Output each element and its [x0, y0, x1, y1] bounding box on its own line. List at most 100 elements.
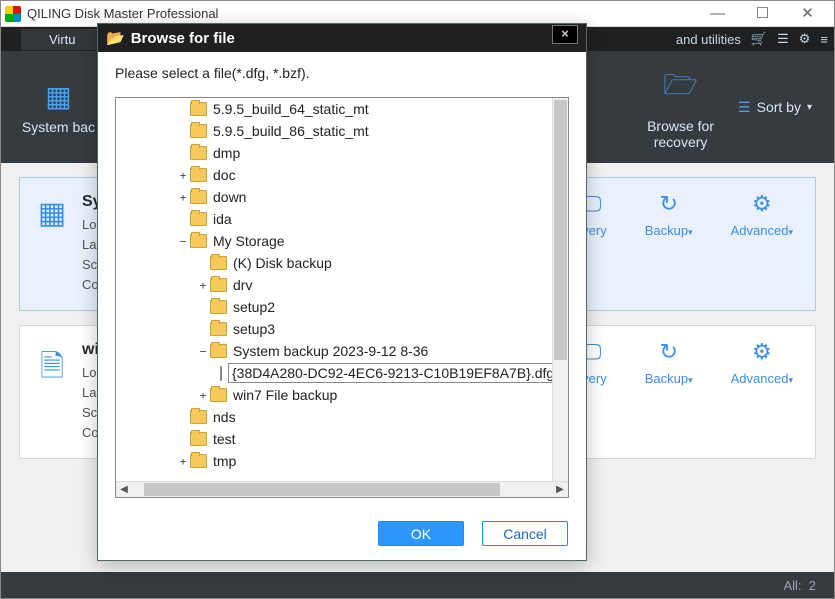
refresh-icon: ↻: [659, 339, 677, 365]
vertical-scrollbar[interactable]: [552, 98, 568, 481]
file-tree[interactable]: 5.9.5_build_64_static_mt 5.9.5_build_86_s…: [115, 97, 569, 498]
folder-icon: [190, 168, 207, 182]
expand-toggle[interactable]: +: [176, 455, 190, 468]
folder-icon: [210, 256, 227, 270]
dialog-buttons: OK Cancel: [378, 521, 568, 546]
tree-item[interactable]: − My Storage: [116, 230, 552, 252]
status-bar: All: 2: [1, 572, 834, 598]
caret-down-icon: ▾: [788, 375, 793, 385]
advanced-button[interactable]: ⚙Advanced▾: [731, 191, 793, 238]
tab-virtual[interactable]: Virtu: [21, 29, 104, 50]
app-logo-icon: [5, 6, 21, 22]
backup-button[interactable]: ↻Backup▾: [645, 339, 693, 386]
folder-icon: [190, 410, 207, 424]
tree-item[interactable]: + doc: [116, 164, 552, 186]
caret-down-icon: ▾: [688, 227, 693, 237]
folder-icon: [210, 344, 227, 358]
task-actions: 🖵overy ↻Backup▾ ⚙Advanced▾: [575, 191, 793, 238]
minimize-button[interactable]: —: [695, 3, 740, 25]
window-title: QILING Disk Master Professional: [27, 6, 695, 21]
folder-icon: [210, 278, 227, 292]
menu-icon[interactable]: ≡: [820, 32, 828, 47]
tab-bar-right: and utilities 🛒 ☰ ⚙ ≡: [676, 31, 834, 47]
tree-item-label: down: [213, 189, 246, 205]
tree-item-label: tmp: [213, 453, 236, 469]
sort-icon: ☰: [738, 99, 751, 116]
tree-item-label: drv: [233, 277, 252, 293]
ok-button[interactable]: OK: [378, 521, 464, 546]
scroll-right-icon[interactable]: ▶: [552, 484, 568, 495]
tree-item[interactable]: 5.9.5_build_64_static_mt: [116, 98, 552, 120]
tree-item-label: test: [213, 431, 236, 447]
folder-icon: [190, 212, 207, 226]
folder-icon: [190, 190, 207, 204]
tree-item-label: dmp: [213, 145, 240, 161]
tree-item[interactable]: + down: [116, 186, 552, 208]
maximize-button[interactable]: ☐: [740, 3, 785, 25]
dialog-titlebar: 📂 Browse for file ×: [98, 24, 586, 52]
task-actions: 🖵overy ↻Backup▾ ⚙Advanced▾: [575, 339, 793, 386]
file-icon: [220, 366, 222, 381]
expand-toggle[interactable]: −: [176, 235, 190, 248]
gear-alt-icon: ⚙: [752, 339, 772, 365]
browse-recovery-label2: recovery: [654, 134, 708, 150]
browse-recovery-button[interactable]: 🗁 Browse for recovery: [623, 51, 738, 163]
tree-item[interactable]: test: [116, 428, 552, 450]
tree-item-label: 5.9.5_build_86_static_mt: [213, 123, 369, 139]
dialog-close-button[interactable]: ×: [552, 25, 578, 44]
expand-toggle[interactable]: +: [196, 279, 210, 292]
tree-item-label: setup3: [233, 321, 275, 337]
tree-item-label: nds: [213, 409, 236, 425]
tree-item[interactable]: − System backup 2023-9-12 8-36: [116, 340, 552, 362]
tree-item-label: My Storage: [213, 233, 285, 249]
tree-item[interactable]: setup2: [116, 296, 552, 318]
horizontal-scrollbar[interactable]: ◀ ▶: [116, 481, 568, 497]
expand-toggle[interactable]: +: [176, 169, 190, 182]
tree-item[interactable]: + drv: [116, 274, 552, 296]
status-all-label: All:: [783, 578, 801, 593]
expand-toggle[interactable]: +: [176, 191, 190, 204]
tools-utilities-label[interactable]: and utilities: [676, 32, 741, 47]
gear-icon[interactable]: ⚙: [799, 31, 811, 47]
tree-item[interactable]: + win7 File backup: [116, 384, 552, 406]
tree-item[interactable]: 5.9.5_build_86_static_mt: [116, 120, 552, 142]
browse-recovery-label1: Browse for: [647, 118, 714, 134]
dialog-prompt: Please select a file(*.dfg, *.bzf).: [98, 52, 586, 91]
tree-item[interactable]: (K) Disk backup: [116, 252, 552, 274]
browse-file-dialog: 📂 Browse for file × Please select a file…: [97, 23, 587, 561]
folder-doc-icon: 🗎: [36, 344, 68, 395]
dialog-title: Browse for file: [131, 30, 235, 47]
tree-item-label: ida: [213, 211, 232, 227]
folder-icon: [190, 432, 207, 446]
tree-item-label: win7 File backup: [233, 387, 337, 403]
scroll-thumb[interactable]: [554, 100, 567, 360]
sort-by-button[interactable]: ☰ Sort by ▾: [738, 99, 834, 116]
expand-toggle[interactable]: +: [196, 389, 210, 402]
scroll-left-icon[interactable]: ◀: [116, 484, 132, 495]
tree-item-label: doc: [213, 167, 236, 183]
tree-item[interactable]: + tmp: [116, 450, 552, 472]
tree-item-label: System backup 2023-9-12 8-36: [233, 343, 428, 359]
cancel-button[interactable]: Cancel: [482, 521, 568, 546]
tree-item[interactable]: ida: [116, 208, 552, 230]
tree-item-label: 5.9.5_build_64_static_mt: [213, 101, 369, 117]
expand-toggle[interactable]: −: [196, 345, 210, 358]
refresh-icon: ↻: [659, 191, 677, 217]
tree-item[interactable]: setup3: [116, 318, 552, 340]
system-backup-label: System bac: [22, 119, 95, 135]
close-button[interactable]: ✕: [785, 3, 830, 25]
scroll-thumb[interactable]: [144, 483, 500, 496]
tree-item[interactable]: dmp: [116, 142, 552, 164]
sort-by-label: Sort by: [757, 99, 801, 115]
advanced-button[interactable]: ⚙Advanced▾: [731, 339, 793, 386]
backup-button[interactable]: ↻Backup▾: [645, 191, 693, 238]
grid-icon: ▦: [45, 80, 71, 113]
caret-down-icon: ▾: [788, 227, 793, 237]
list-icon[interactable]: ☰: [777, 31, 789, 47]
tree-item-label: {38D4A280-DC92-4EC6-9213-C10B19EF8A7B}.d…: [228, 363, 552, 383]
tree-item[interactable]: nds: [116, 406, 552, 428]
folder-icon: [190, 124, 207, 138]
cart-icon[interactable]: 🛒: [751, 31, 767, 47]
open-folder-icon: 📂: [106, 29, 125, 47]
tree-item[interactable]: {38D4A280-DC92-4EC6-9213-C10B19EF8A7B}.d…: [116, 362, 552, 384]
